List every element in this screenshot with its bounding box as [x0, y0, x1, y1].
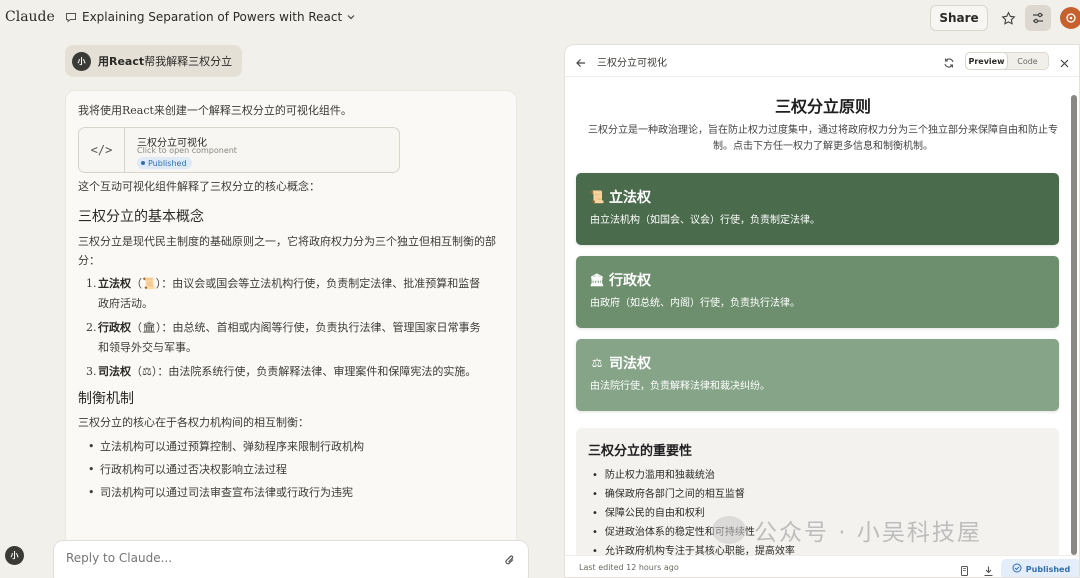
wechat-logo-icon: [712, 516, 746, 544]
published-button[interactable]: Published: [1001, 559, 1079, 577]
account-avatar-icon[interactable]: [1060, 7, 1080, 29]
scroll-icon: 📜: [142, 277, 156, 290]
importance-heading: 三权分立的重要性: [588, 444, 693, 459]
top-bar: Claude Explaining Separation of Powers w…: [0, 0, 1080, 36]
share-button[interactable]: Share: [930, 5, 988, 31]
list-item: • 防止权力滥用和独裁统治: [592, 470, 715, 481]
building-icon: 🏛: [589, 273, 605, 287]
panel-title: 三权分立可视化: [597, 58, 667, 69]
scales-icon: ⚖: [591, 356, 603, 370]
list-item: 3. 司法权（⚖）：由法院系统行使，负责解释法律、审理案件和保障宪法的实施。: [86, 365, 477, 378]
status-dot-icon: [141, 161, 145, 165]
watermark-text: 公众号 · 小吴科技屋: [754, 520, 982, 546]
panel-footer: Last edited 12 hours ago Published: [565, 555, 1079, 577]
chevron-down-icon: [347, 10, 355, 24]
watermark: 公众号 · 小吴科技屋: [712, 513, 982, 547]
preview-description: 三权分立是一种政治理论，旨在防止权力过度集中，通过将政府权力分为三个独立部分来保…: [588, 125, 1058, 152]
reply-input[interactable]: [66, 551, 466, 565]
code-icon: </>: [79, 128, 125, 172]
assistant-after-artifact: 这个互动可视化组件解释了三权分立的核心概念：: [78, 180, 320, 193]
download-icon[interactable]: [983, 562, 994, 577]
list-item: 2. 行政权（🏛）：由总统、首相或内阁等行使，负责执行法律、管理国家日常事务和领…: [86, 321, 481, 354]
published-badge: Published: [137, 157, 192, 169]
list-item: • 确保政府各部门之间的相互监督: [592, 489, 745, 500]
assistant-intro: 我将使用React来创建一个解释三权分立的可视化组件。: [78, 104, 352, 117]
preview-title: 三权分立原则: [774, 97, 871, 116]
preview-area: 三权分立原则 三权分立是一种政治理论，旨在防止权力过度集中，通过将政府权力分为三…: [565, 77, 1079, 555]
chat-title-text: Explaining Separation of Powers with Rea…: [82, 10, 343, 24]
list-item: 1. 立法权（📜）：由议会或国会等立法机构行使，负责制定法律、批准预算和监督政府…: [86, 277, 481, 310]
user-avatar[interactable]: 小: [5, 546, 24, 565]
section-heading-concept: 三权分立的基本概念: [78, 209, 204, 225]
reply-box[interactable]: [53, 540, 529, 578]
scroll-icon: 📜: [589, 190, 605, 204]
artifact-card[interactable]: </> 三权分立可视化 Click to open component Publ…: [78, 127, 400, 173]
building-icon: 🏛: [142, 321, 156, 334]
tab-code[interactable]: Code: [1007, 53, 1048, 69]
user-message-text: 用React帮我解释三权分立: [98, 55, 233, 68]
check-circle-icon: [1012, 563, 1022, 575]
checks-list: • 立法机构可以通过预算控制、弹劾程序来限制行政机构 • 行政机构可以通过否决权影响…: [78, 437, 498, 503]
section-heading-checks: 制衡机制: [78, 391, 134, 407]
list-item: • 司法机构可以通过司法审查宣布法律或行政行为违宪: [88, 486, 353, 499]
artifact-panel: 三权分立可视化 Preview Code 三权分立原则 三权分立是一种政治理论，…: [564, 44, 1080, 578]
section-text-checks: 三权分立的核心在于各权力机构间的相互制衡：: [78, 416, 309, 429]
panel-header: 三权分立可视化 Preview Code: [565, 45, 1079, 77]
settings-sliders-icon[interactable]: [1025, 5, 1051, 31]
branches-list: 1. 立法权（📜）：由议会或国会等立法机构行使，负责制定法律、批准预算和监督政府…: [78, 274, 498, 382]
tab-preview[interactable]: Preview: [966, 53, 1007, 69]
chat-bubble-icon: [64, 11, 77, 24]
list-item: • 立法机构可以通过预算控制、弹劾程序来限制行政机构: [88, 440, 364, 453]
power-card-judicial[interactable]: ⚖ 司法权 由法院行使，负责解释法律和裁决纠纷。: [576, 339, 1059, 411]
scales-icon: ⚖: [142, 365, 152, 378]
artifact-subtitle: Click to open component: [137, 146, 237, 155]
paperclip-icon[interactable]: [504, 552, 516, 571]
user-avatar: 小: [72, 51, 91, 71]
copy-icon[interactable]: [959, 562, 970, 577]
brand-logo[interactable]: Claude: [5, 9, 55, 25]
close-icon[interactable]: [1059, 54, 1070, 73]
refresh-icon[interactable]: [943, 54, 955, 73]
chat-title-menu[interactable]: Explaining Separation of Powers with Rea…: [64, 10, 355, 24]
power-card-executive[interactable]: 🏛 行政权 由政府（如总统、内阁）行使，负责执行法律。: [576, 256, 1059, 328]
preview-scrollbar[interactable]: [1071, 95, 1077, 555]
assistant-message: 我将使用React来创建一个解释三权分立的可视化组件。 </> 三权分立可视化 …: [65, 90, 517, 550]
section-text-concept: 三权分立是现代民主制度的基础原则之一，它将政府权力分为三个独立但相互制衡的部分：: [78, 235, 496, 267]
preview-code-toggle: Preview Code: [965, 52, 1049, 70]
last-edited-text: Last edited 12 hours ago: [579, 563, 679, 572]
list-item: • 行政机构可以通过否决权影响立法过程: [88, 463, 287, 476]
user-message: 小 用React帮我解释三权分立: [65, 45, 242, 77]
power-card-legislative[interactable]: 📜 立法权 由立法机构（如国会、议会）行使，负责制定法律。: [576, 173, 1059, 245]
star-icon[interactable]: [996, 6, 1020, 30]
arrow-left-icon[interactable]: [575, 54, 587, 73]
published-badge-label: Published: [148, 158, 187, 168]
